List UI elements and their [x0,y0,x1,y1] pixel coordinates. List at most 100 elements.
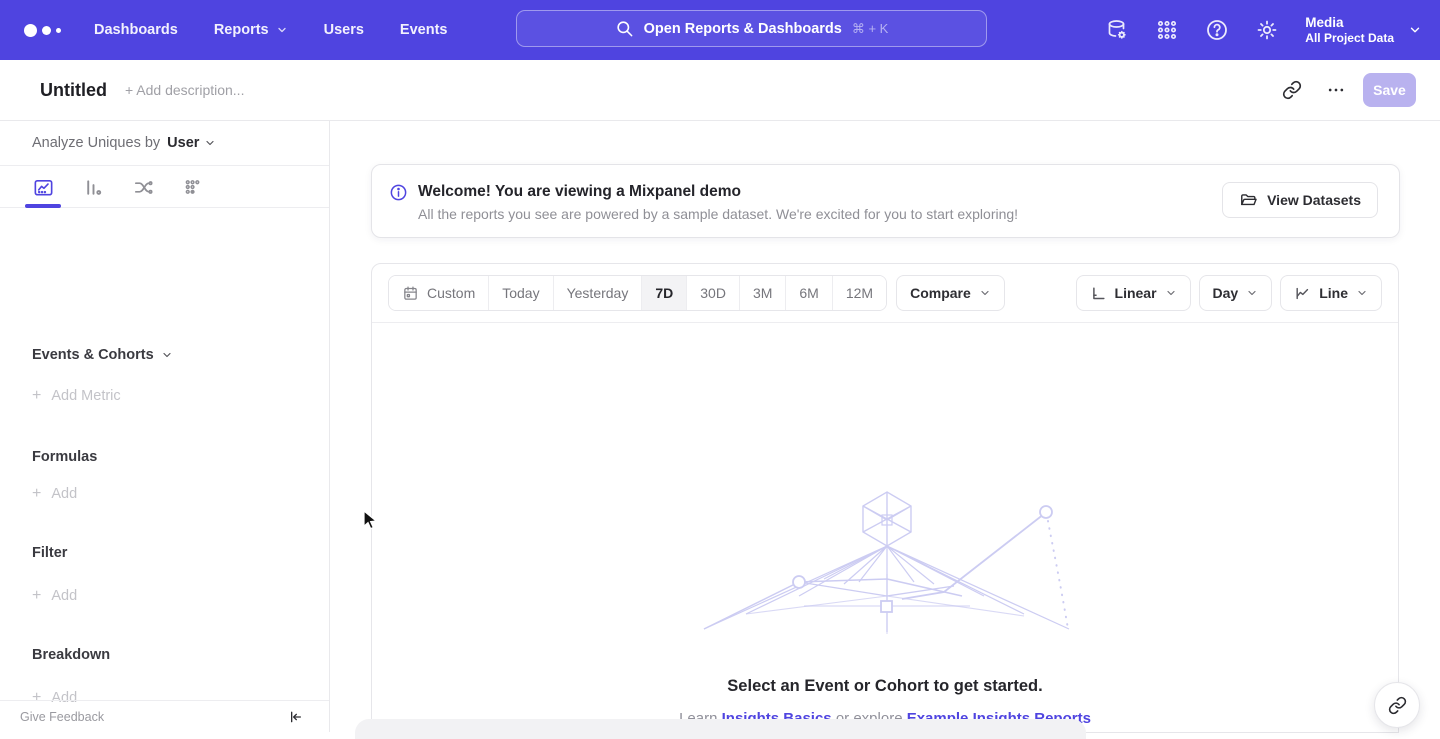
bottom-table-edge [355,719,1086,739]
chevron-down-icon [979,287,991,299]
tab-flows[interactable] [130,167,156,208]
search-shortcut: ⌘ + K [852,21,889,37]
range-yesterday-label: Yesterday [567,285,629,301]
chevron-down-icon [1165,287,1177,299]
project-name: Media [1305,14,1394,31]
chevron-down-icon [1356,287,1368,299]
mixpanel-logo-icon[interactable] [24,24,70,37]
range-12m[interactable]: 12M [833,276,886,310]
bars-chart-icon [82,176,105,199]
view-datasets-label: View Datasets [1267,192,1361,208]
insights-chart-panel: Custom Today Yesterday 7D 30D 3M 6M 12M … [371,263,1399,733]
demo-welcome-banner: Welcome! You are viewing a Mixpanel demo… [371,164,1400,238]
nav-events[interactable]: Events [400,22,448,38]
add-metric-button[interactable]: + Add Metric [32,387,121,405]
range-7d-label: 7D [655,285,673,301]
filter-label: Filter [32,545,67,561]
empty-state-title: Select an Event or Cohort to get started… [372,677,1398,696]
axis-linear-icon [1090,285,1107,302]
global-search-bar[interactable]: Open Reports & Dashboards ⌘ + K [516,10,987,47]
analyze-row: Analyze Uniques by User [0,121,329,166]
calendar-icon [402,285,419,302]
project-switcher[interactable]: Media All Project Data [1305,14,1422,46]
view-datasets-button[interactable]: View Datasets [1222,182,1378,218]
nav-events-label: Events [400,22,448,38]
help-icon[interactable] [1205,18,1229,42]
flows-icon [132,176,155,199]
range-6m[interactable]: 6M [786,276,832,310]
data-management-icon[interactable] [1105,18,1129,42]
insights-chart-icon [32,176,55,199]
compare-dropdown[interactable]: Compare [896,275,1005,311]
apps-grid-icon[interactable] [1155,18,1179,42]
scale-label: Linear [1115,285,1157,301]
settings-gear-icon[interactable] [1255,18,1279,42]
more-options-icon[interactable] [1319,73,1353,107]
chevron-down-icon [1408,23,1422,37]
analyze-by-selector[interactable]: User [167,135,216,151]
nav-reports-label: Reports [214,22,269,38]
plus-icon: + [32,387,41,405]
chart-type-dropdown[interactable]: Line [1280,275,1382,311]
tab-insights[interactable] [30,167,56,208]
range-3m[interactable]: 3M [740,276,786,310]
interval-dropdown[interactable]: Day [1199,275,1273,311]
events-cohorts-label: Events & Cohorts [32,347,154,363]
range-yesterday[interactable]: Yesterday [554,276,643,310]
range-6m-label: 6M [799,285,818,301]
tab-funnels[interactable] [80,167,106,208]
range-7d[interactable]: 7D [642,276,687,310]
search-icon [615,19,634,38]
compare-label: Compare [910,285,971,301]
filter-section: Filter [32,545,67,561]
top-nav: Dashboards Reports Users Events Open Rep… [0,0,1440,60]
add-formula-button[interactable]: + Add [32,485,77,503]
banner-subtitle: All the reports you see are powered by a… [418,206,1018,222]
nav-users-label: Users [324,22,364,38]
info-icon [389,183,408,202]
range-30d[interactable]: 30D [687,276,740,310]
save-button[interactable]: Save [1363,73,1416,107]
report-type-tabs [0,167,329,208]
report-title[interactable]: Untitled [40,80,107,101]
collapse-sidebar-icon[interactable] [287,709,303,725]
add-filter-button[interactable]: + Add [32,587,77,605]
trend-line-icon [1294,285,1311,302]
plus-icon: + [32,587,41,605]
tab-retention[interactable] [180,167,206,208]
share-link-fab[interactable] [1374,682,1420,728]
range-12m-label: 12M [846,285,873,301]
add-metric-label: Add Metric [51,388,120,404]
sidebar-footer: Give Feedback [0,700,329,732]
scale-dropdown[interactable]: Linear [1076,275,1191,311]
banner-title: Welcome! You are viewing a Mixpanel demo [418,182,1018,202]
chevron-down-icon [1246,287,1258,299]
project-subtitle: All Project Data [1305,31,1394,46]
add-formula-label: Add [51,486,77,502]
range-3m-label: 3M [753,285,772,301]
chart-controls-row: Custom Today Yesterday 7D 30D 3M 6M 12M … [372,264,1398,323]
nav-dashboards[interactable]: Dashboards [94,22,178,38]
empty-state-illustration [684,474,1084,644]
nav-dashboards-label: Dashboards [94,22,178,38]
chart-type-label: Line [1319,285,1348,301]
range-custom[interactable]: Custom [389,276,489,310]
copy-link-icon[interactable] [1275,73,1309,107]
link-icon [1388,696,1407,715]
formulas-section: Formulas [32,449,97,465]
range-30d-label: 30D [700,285,726,301]
nav-users[interactable]: Users [324,22,364,38]
chevron-down-icon [161,349,173,361]
date-range-selector: Custom Today Yesterday 7D 30D 3M 6M 12M [388,275,887,311]
give-feedback-link[interactable]: Give Feedback [20,710,104,724]
nav-reports[interactable]: Reports [214,22,288,38]
events-cohorts-section[interactable]: Events & Cohorts [32,347,173,363]
empty-state: Select an Event or Cohort to get started… [372,324,1398,733]
breakdown-label: Breakdown [32,647,110,663]
primary-nav: Dashboards Reports Users Events [94,22,447,38]
add-description-field[interactable]: + Add description... [125,82,244,98]
topnav-right: Media All Project Data [1105,0,1422,60]
range-today[interactable]: Today [489,276,553,310]
chevron-down-icon [276,24,288,36]
report-header: Untitled + Add description... Save [0,60,1440,121]
